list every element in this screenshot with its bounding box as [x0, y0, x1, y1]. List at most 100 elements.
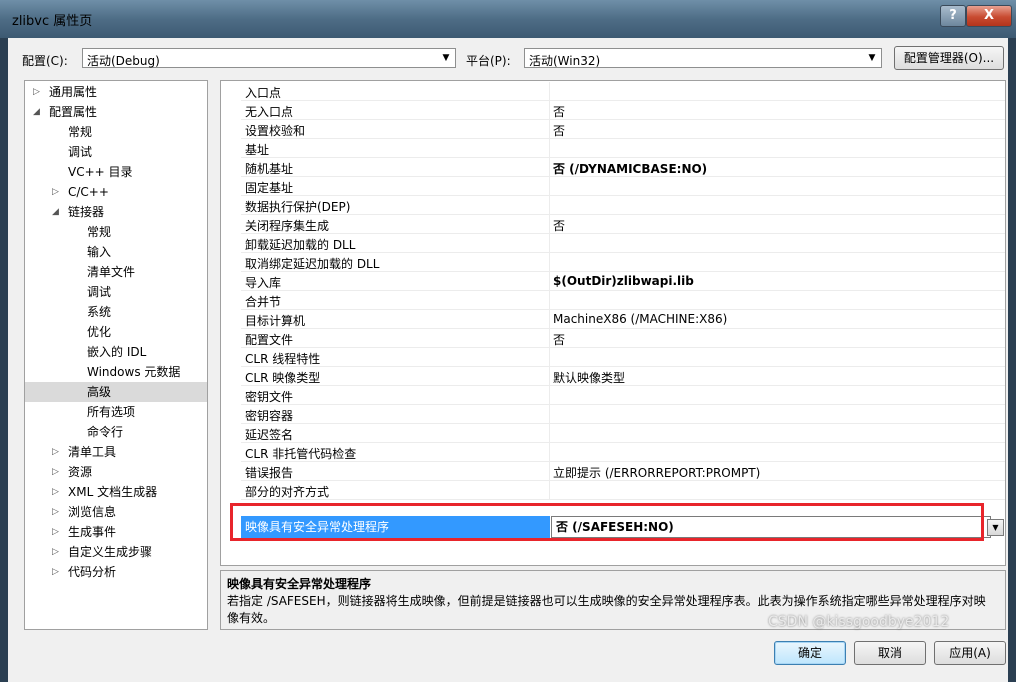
tree-item-label: 输入 — [87, 245, 112, 259]
property-row[interactable]: 卸载延迟加载的 DLL — [221, 234, 1005, 253]
tree-item-label: 调试 — [68, 145, 93, 159]
ok-button[interactable]: 确定 — [774, 641, 846, 665]
property-row[interactable]: 密钥容器 — [221, 405, 1005, 424]
property-row[interactable]: 延迟签名 — [221, 424, 1005, 443]
expand-icon[interactable]: ▷ — [33, 82, 40, 102]
row-divider — [241, 366, 1005, 367]
config-select[interactable]: 活动(Debug) ▼ — [82, 48, 456, 68]
expand-icon[interactable]: ▷ — [52, 482, 59, 502]
row-divider — [241, 195, 1005, 196]
column-divider — [549, 82, 550, 101]
tree-item[interactable]: 优化 — [25, 322, 207, 342]
column-divider — [549, 158, 550, 177]
property-tree[interactable]: ▷ 通用属性 ◢ 配置属性 常规 调试 VC++ 目录 ▷ C/C++ ◢ 链接器 常规 输入 清单文件调… — [24, 80, 208, 630]
property-row[interactable]: 随机基址 否 (/DYNAMICBASE:NO) — [221, 158, 1005, 177]
property-row[interactable]: 基址 — [221, 139, 1005, 158]
tree-item[interactable]: ▷ 自定义生成步骤 — [25, 542, 207, 562]
collapse-icon[interactable]: ◢ — [33, 102, 40, 122]
tree-item[interactable]: 调试 — [25, 142, 207, 162]
property-row[interactable]: 错误报告 立即提示 (/ERRORREPORT:PROMPT) — [221, 462, 1005, 481]
property-row[interactable]: 配置文件 否 — [221, 329, 1005, 348]
tree-item[interactable]: 命令行 — [25, 422, 207, 442]
tree-item-label: C/C++ — [68, 185, 109, 199]
row-divider — [241, 385, 1005, 386]
tree-item[interactable]: ▷ C/C++ — [25, 182, 207, 202]
property-row[interactable]: 目标计算机 MachineX86 (/MACHINE:X86) — [221, 310, 1005, 329]
property-name: CLR 映像类型 — [245, 371, 321, 385]
dropdown-arrow-icon[interactable]: ▼ — [987, 519, 1004, 536]
tree-item[interactable]: ▷ 代码分析 — [25, 562, 207, 582]
property-row[interactable]: 数据执行保护(DEP) — [221, 196, 1005, 215]
chevron-down-icon: ▼ — [868, 53, 876, 63]
column-divider — [549, 177, 550, 196]
property-row[interactable]: 部分的对齐方式 — [221, 481, 1005, 500]
tree-item[interactable]: 所有选项 — [25, 402, 207, 422]
expand-icon[interactable]: ▷ — [52, 562, 59, 582]
tree-item[interactable]: ▷ 生成事件 — [25, 522, 207, 542]
tree-item[interactable]: ▷ 清单工具 — [25, 442, 207, 462]
tree-item[interactable]: Windows 元数据 — [25, 362, 207, 382]
property-row[interactable]: 导入库 $(OutDir)zlibwapi.lib — [221, 272, 1005, 291]
property-row[interactable]: CLR 非托管代码检查 — [221, 443, 1005, 462]
row-divider — [241, 233, 1005, 234]
tree-item[interactable]: 清单文件 — [25, 262, 207, 282]
tree-item[interactable]: 高级 — [25, 382, 207, 402]
tree-item[interactable]: ▷ 通用属性 — [25, 82, 207, 102]
property-row[interactable]: 合并节 — [221, 291, 1005, 310]
collapse-icon[interactable]: ◢ — [52, 202, 59, 222]
tree-item[interactable]: 输入 — [25, 242, 207, 262]
property-value: 否 — [553, 219, 566, 233]
property-row[interactable]: 关闭程序集生成 否 — [221, 215, 1005, 234]
column-divider — [549, 329, 550, 348]
property-name: 入口点 — [245, 86, 282, 100]
property-name: 目标计算机 — [245, 314, 306, 328]
property-row[interactable]: 设置校验和 否 — [221, 120, 1005, 139]
expand-icon[interactable]: ▷ — [52, 542, 59, 562]
tree-item[interactable]: 系统 — [25, 302, 207, 322]
tree-item[interactable]: 嵌入的 IDL — [25, 342, 207, 362]
property-name: 随机基址 — [245, 162, 294, 176]
column-divider — [549, 348, 550, 367]
expand-icon[interactable]: ▷ — [52, 462, 59, 482]
platform-select[interactable]: 活动(Win32) ▼ — [524, 48, 882, 68]
tree-item[interactable]: ▷ 资源 — [25, 462, 207, 482]
property-row[interactable]: 入口点 — [221, 82, 1005, 101]
property-row[interactable]: CLR 线程特性 — [221, 348, 1005, 367]
help-button[interactable]: ? — [940, 5, 966, 27]
expand-icon[interactable]: ▷ — [52, 182, 59, 202]
tree-item[interactable]: ▷ 浏览信息 — [25, 502, 207, 522]
config-manager-button[interactable]: 配置管理器(O)... — [894, 46, 1004, 70]
tree-item[interactable]: 常规 — [25, 222, 207, 242]
property-name: 错误报告 — [245, 466, 294, 480]
property-row[interactable]: 取消绑定延迟加载的 DLL — [221, 253, 1005, 272]
config-label: 配置(C): — [22, 54, 68, 68]
apply-button[interactable]: 应用(A) — [934, 641, 1006, 665]
property-row[interactable]: 密钥文件 — [221, 386, 1005, 405]
property-row[interactable]: CLR 映像类型 默认映像类型 — [221, 367, 1005, 386]
tree-item-label: 自定义生成步骤 — [68, 545, 153, 559]
cancel-button[interactable]: 取消 — [854, 641, 926, 665]
tree-item-label: 资源 — [68, 465, 93, 479]
expand-icon[interactable]: ▷ — [52, 502, 59, 522]
highlight-box — [230, 503, 984, 541]
row-divider — [241, 252, 1005, 253]
tree-item[interactable]: ▷ XML 文档生成器 — [25, 482, 207, 502]
description-title: 映像具有安全异常处理程序 — [227, 577, 372, 591]
tree-item[interactable]: VC++ 目录 — [25, 162, 207, 182]
expand-icon[interactable]: ▷ — [52, 522, 59, 542]
property-row[interactable]: 固定基址 — [221, 177, 1005, 196]
tree-item[interactable]: 常规 — [25, 122, 207, 142]
close-button[interactable]: X — [966, 5, 1012, 27]
tree-item[interactable]: ◢ 链接器 — [25, 202, 207, 222]
tree-item[interactable]: ◢ 配置属性 — [25, 102, 207, 122]
expand-icon[interactable]: ▷ — [52, 442, 59, 462]
column-divider — [549, 462, 550, 481]
row-divider — [241, 138, 1005, 139]
tree-item[interactable]: 调试 — [25, 282, 207, 302]
property-name: CLR 非托管代码检查 — [245, 447, 357, 461]
property-name: 固定基址 — [245, 181, 294, 195]
platform-label: 平台(P): — [466, 54, 511, 68]
property-grid[interactable]: 部分的对齐方式 错误报告 立即提示 (/ERRORREPORT:PROMPT) CLR… — [220, 80, 1006, 566]
tree-item-label: 高级 — [87, 385, 112, 399]
property-row[interactable]: 无入口点 否 — [221, 101, 1005, 120]
